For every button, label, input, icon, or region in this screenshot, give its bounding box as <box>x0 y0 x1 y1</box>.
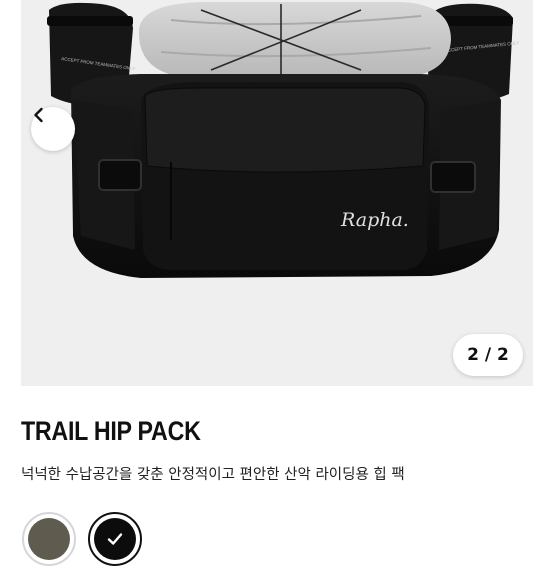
rapha-logo: Rapha. <box>340 209 409 231</box>
product-description: 넉넉한 수납공간을 갖춘 안정적이고 편안한 산악 라이딩용 힙 팩 <box>21 467 405 483</box>
check-icon <box>107 533 123 545</box>
product-image: ACCEPT FROM TEAMMATES ONLY ACCEPT FROM T… <box>47 2 519 278</box>
color-swatch-black[interactable] <box>88 512 142 566</box>
product-title: TRAIL HIP PACK <box>21 416 201 446</box>
previous-image-button[interactable] <box>31 107 75 151</box>
color-swatch-olive[interactable] <box>22 512 76 566</box>
rolled-jacket <box>138 2 451 78</box>
hip-pack-body: Rapha. <box>71 74 501 278</box>
chevron-left-icon <box>34 107 43 123</box>
image-counter-text: 2 / 2 <box>467 345 509 365</box>
image-counter: 2 / 2 <box>453 334 523 376</box>
product-image-gallery[interactable]: ACCEPT FROM TEAMMATES ONLY ACCEPT FROM T… <box>21 0 533 386</box>
